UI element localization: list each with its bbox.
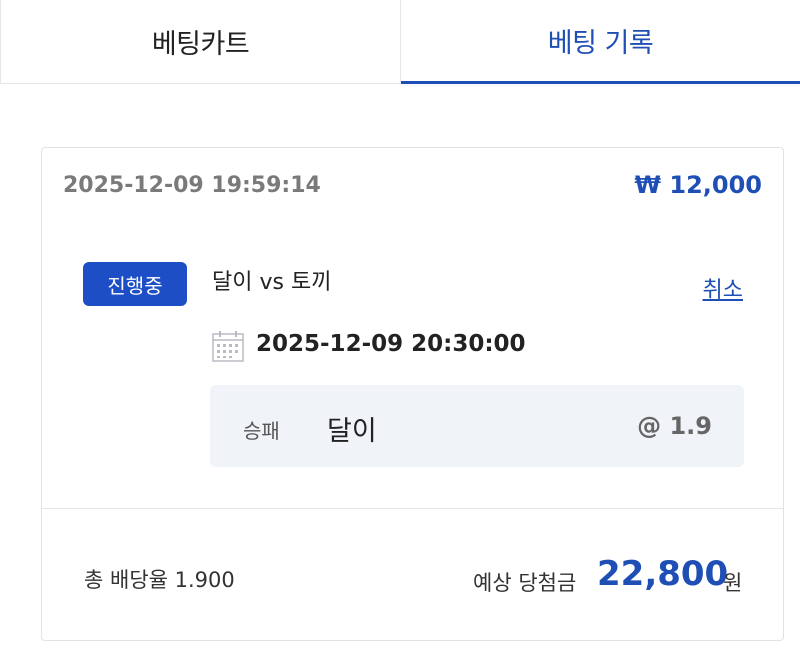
- currency-unit: 원: [723, 571, 743, 595]
- match-start-time: 2025-12-09 20:30:00: [256, 331, 526, 357]
- selection-odds: @ 1.9: [637, 412, 712, 440]
- bet-placed-time: 2025-12-09 19:59:14: [63, 173, 321, 198]
- bet-selection: 승패 달이 @ 1.9: [210, 385, 744, 467]
- bet-card-header: 2025-12-09 19:59:14 ₩ 12,000: [42, 148, 783, 224]
- tab-betting-cart[interactable]: 베팅카트: [0, 0, 401, 84]
- bet-record-card: 2025-12-09 19:59:14 ₩ 12,000 진행중 달이 vs 토…: [41, 147, 784, 641]
- bet-stake-amount: ₩ 12,000: [634, 171, 762, 199]
- cancel-bet-link[interactable]: 취소: [703, 272, 743, 304]
- status-badge: 진행중: [83, 262, 187, 306]
- card-divider: [42, 508, 783, 509]
- match-title: 달이 vs 토끼: [212, 270, 332, 295]
- tab-betting-history[interactable]: 베팅 기록: [401, 0, 800, 84]
- calendar-icon: [212, 331, 244, 362]
- selection-market: 승패: [243, 419, 280, 443]
- total-odds: 총 배당율 1.900: [84, 568, 235, 592]
- selection-pick: 달이: [327, 416, 377, 447]
- bet-tabs: 베팅카트 베팅 기록: [0, 0, 800, 84]
- expected-payout-value: 22,800: [597, 554, 729, 594]
- expected-payout-label: 예상 당첨금: [473, 571, 577, 595]
